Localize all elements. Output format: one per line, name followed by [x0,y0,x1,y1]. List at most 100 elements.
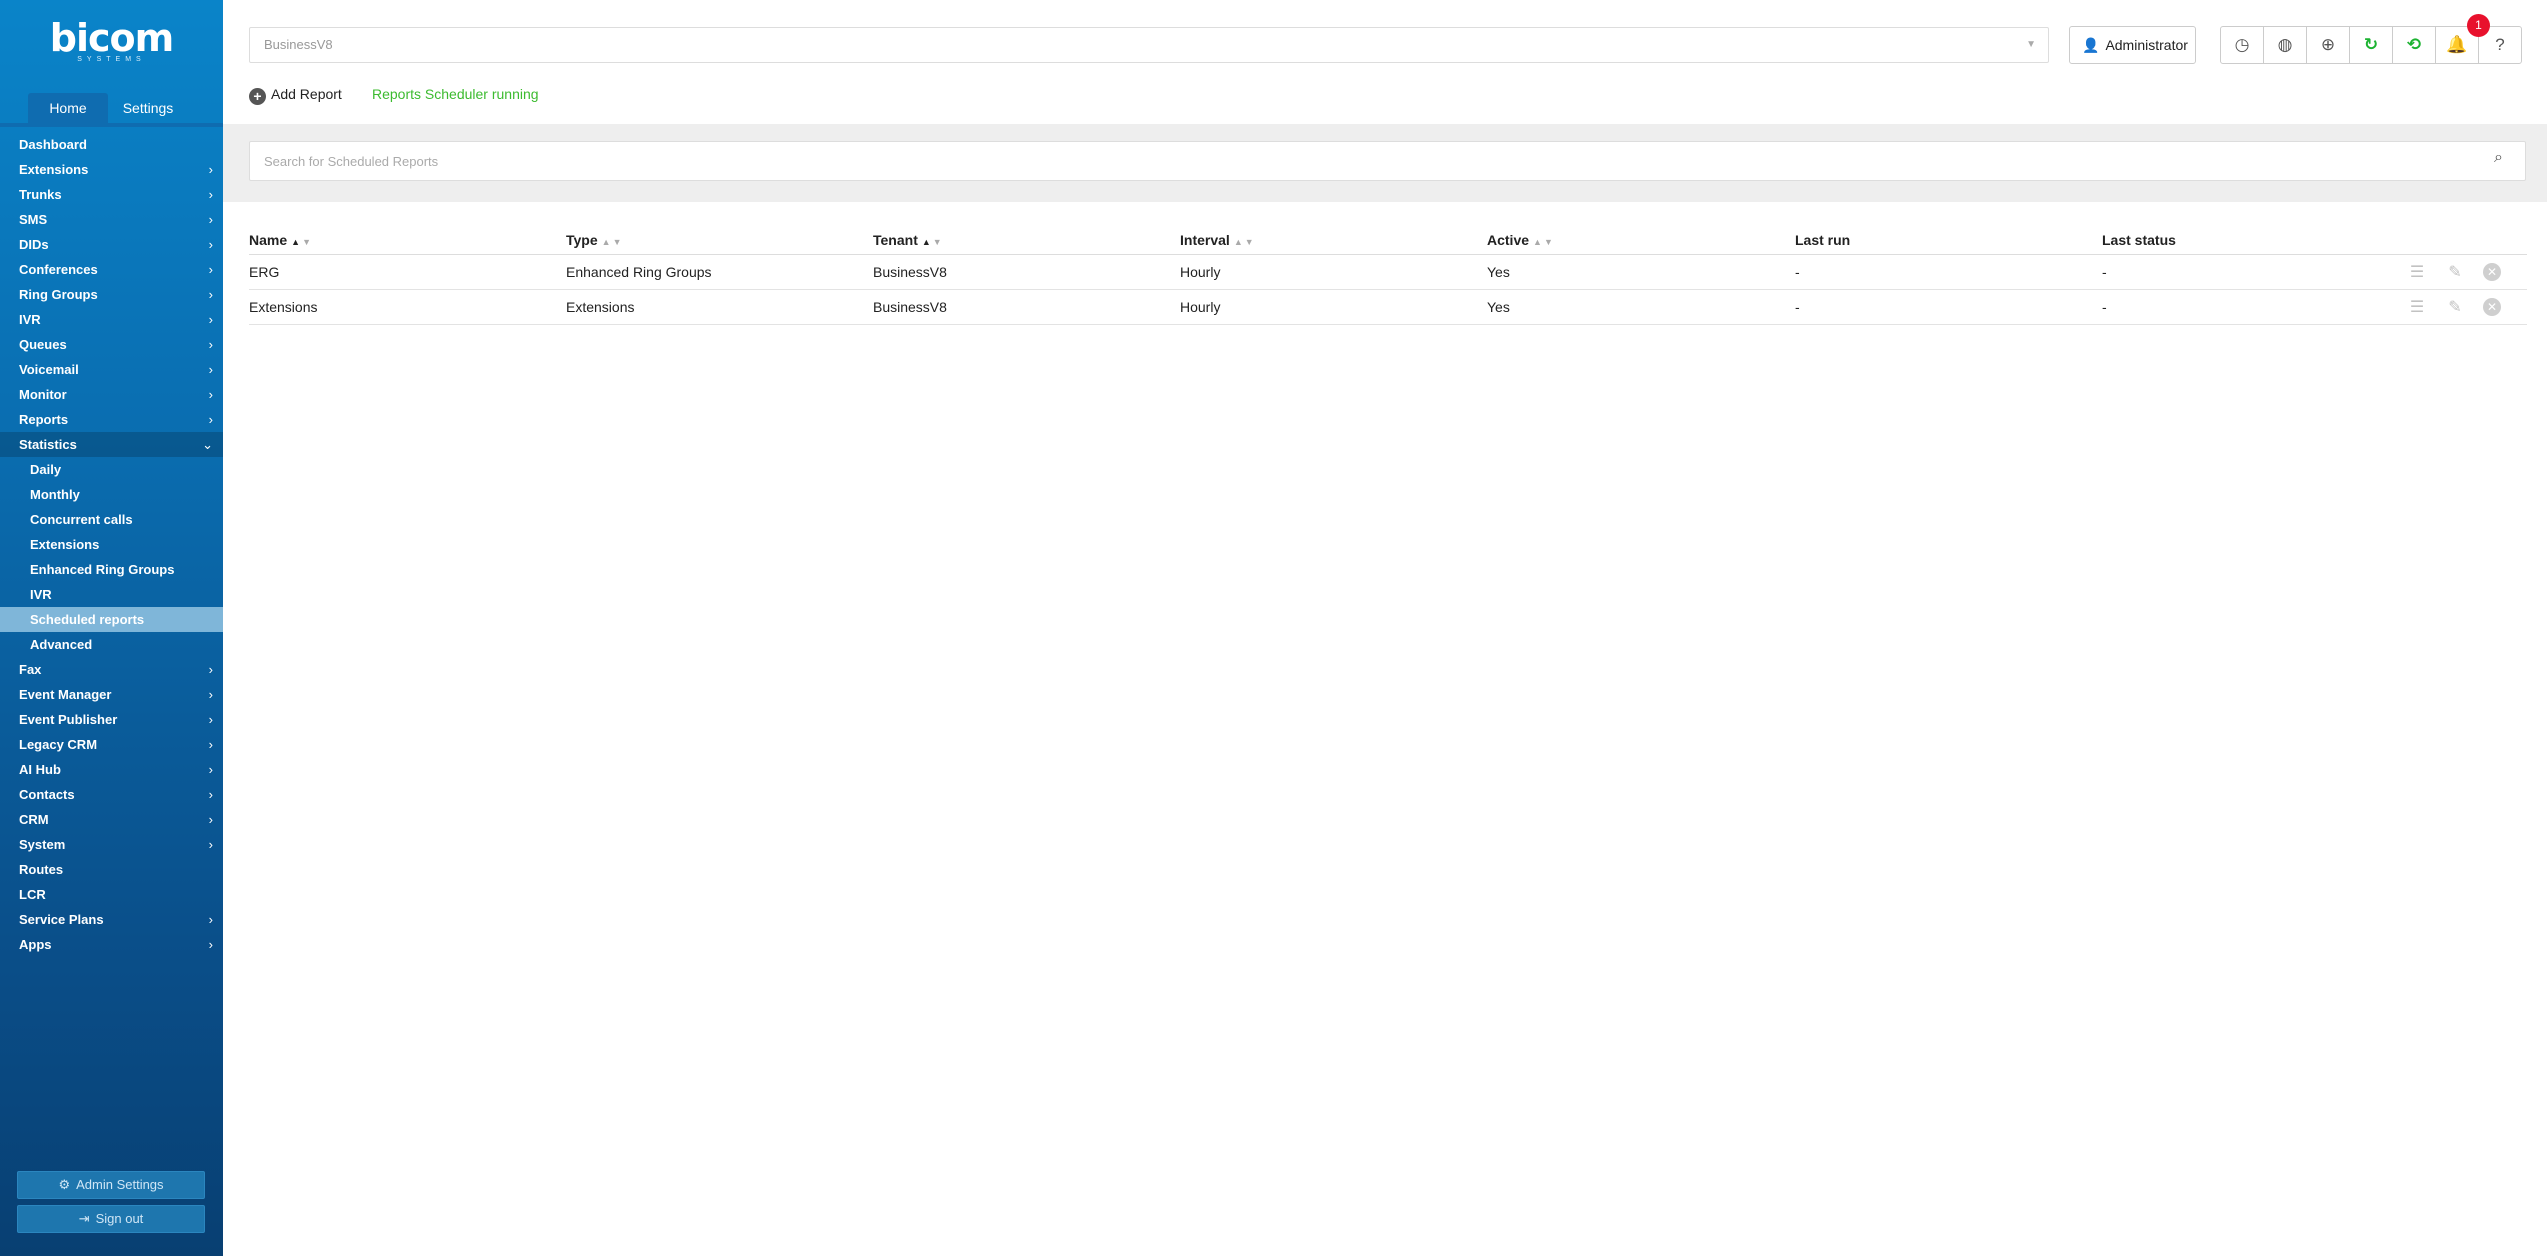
user-icon: 👤 [2082,37,2100,53]
edit-icon[interactable]: ✎ [2444,297,2466,317]
sidebar-item-ivr[interactable]: IVR › [0,307,223,332]
sidebar-item-sms[interactable]: SMS › [0,207,223,232]
chevron-right-icon: › [208,237,213,252]
sort-icon[interactable]: ▲▼ [602,237,624,247]
sidebar-subitem-daily[interactable]: Daily [0,457,223,482]
sidebar-item-label: Event Manager [19,687,112,702]
sidebar-item-crm[interactable]: CRM › [0,807,223,832]
sidebar-item-event-manager[interactable]: Event Manager › [0,682,223,707]
gears-icon: ⚙ [58,1177,71,1192]
search-input[interactable] [249,141,2526,181]
sidebar-menu: Dashboard Extensions › Trunks › SMS › DIDs › Conf… [0,132,223,957]
table-row[interactable]: Extensions Extensions BusinessV8 Hourly Yes -… [249,290,2527,325]
sidebar-item-lcr[interactable]: LCR [0,882,223,907]
sidebar-subitem-advanced[interactable]: Advanced [0,632,223,657]
sidebar-subitem-extensions[interactable]: Extensions [0,532,223,557]
sidebar-subitem-ivr[interactable]: IVR [0,582,223,607]
edit-icon[interactable]: ✎ [2444,262,2466,282]
delete-icon[interactable]: ✕ [2483,298,2501,316]
notification-badge[interactable]: 1 [2467,14,2490,37]
column-header-last-run: Last run [1795,232,1850,248]
table-cell: ERG [249,264,280,280]
sidebar-item-legacy-crm[interactable]: Legacy CRM › [0,732,223,757]
sidebar-item-label: Event Publisher [19,712,118,727]
refresh-icon[interactable]: ↻ [2349,26,2393,64]
view-list-icon[interactable]: ☰ [2406,262,2428,282]
add-report-button[interactable]: + Add Report [249,84,342,105]
sidebar-item-trunks[interactable]: Trunks › [0,182,223,207]
sidebar-item-label: CRM [19,812,49,827]
sidebar-item-apps[interactable]: Apps › [0,932,223,957]
table-cell: Extensions [566,299,635,315]
search-band: ⌕ [223,124,2547,202]
sidebar-item-label: SMS [19,212,48,227]
sidebar-subitem-concurrent-calls[interactable]: Concurrent calls [0,507,223,532]
sidebar-item-label: DIDs [19,237,49,252]
table-cell: Yes [1487,299,1510,315]
sign-out-button[interactable]: ⇥ Sign out [17,1205,205,1233]
sort-icon[interactable]: ▲▼ [1533,237,1555,247]
column-header-active[interactable]: Active ▲▼ [1487,232,1555,248]
chevron-right-icon: › [208,262,213,277]
sidebar-item-label: IVR [19,312,41,327]
sidebar-item-ai-hub[interactable]: AI Hub › [0,757,223,782]
sort-icon[interactable]: ▲▼ [1234,237,1256,247]
sidebar-subitem-scheduled-reports[interactable]: Scheduled reports [0,607,223,632]
logo-subtitle: SYSTEMS [77,56,146,63]
column-header-label: Last run [1795,232,1851,248]
table-cell: - [1795,299,1800,315]
delete-icon[interactable]: ✕ [2483,263,2501,281]
user-menu-button[interactable]: 👤 Administrator [2069,26,2196,64]
admin-settings-button[interactable]: ⚙ Admin Settings [17,1171,205,1199]
sidebar-item-routes[interactable]: Routes [0,857,223,882]
sidebar-item-ring-groups[interactable]: Ring Groups › [0,282,223,307]
tab-settings[interactable]: Settings [108,93,188,123]
sidebar-item-conferences[interactable]: Conferences › [0,257,223,282]
sidebar-item-label: Trunks [19,187,62,202]
sync-icon[interactable]: ⟲ [2392,26,2436,64]
sidebar-item-reports[interactable]: Reports › [0,407,223,432]
sidebar-item-service-plans[interactable]: Service Plans › [0,907,223,932]
column-header-name[interactable]: Name ▲▼ [249,232,313,248]
sidebar-item-statistics[interactable]: Statistics ⌄ [0,432,223,457]
search-icon[interactable]: ⌕ [2494,149,2503,167]
column-header-tenant[interactable]: Tenant ▲▼ [873,232,944,248]
sidebar-item-queues[interactable]: Queues › [0,332,223,357]
sidebar-item-label: Voicemail [19,362,79,377]
table-cell: - [2102,264,2107,280]
chevron-down-icon: ▼ [2026,39,2036,50]
sort-icon[interactable]: ▲▼ [922,237,944,247]
sidebar-item-extensions[interactable]: Extensions › [0,157,223,182]
sidebar-item-system[interactable]: System › [0,832,223,857]
sidebar-item-event-publisher[interactable]: Event Publisher › [0,707,223,732]
tenant-select[interactable]: BusinessV8 ▼ [249,27,2049,63]
chevron-down-icon: ⌄ [202,437,213,452]
clock-icon[interactable]: ◷ [2220,26,2264,64]
sidebar-item-dashboard[interactable]: Dashboard [0,132,223,157]
sidebar-item-contacts[interactable]: Contacts › [0,782,223,807]
sidebar-item-fax[interactable]: Fax › [0,657,223,682]
sidebar-subitem-enhanced-ring-groups[interactable]: Enhanced Ring Groups [0,557,223,582]
table-cell: Hourly [1180,264,1221,280]
globe-icon[interactable]: ◍ [2263,26,2307,64]
plus-circle-icon: + [249,88,266,105]
sidebar-item-monitor[interactable]: Monitor › [0,382,223,407]
table-row[interactable]: ERG Enhanced Ring Groups BusinessV8 Hourly Y… [249,255,2527,290]
sort-icon[interactable]: ▲▼ [291,237,313,247]
admin-settings-label: Admin Settings [76,1177,164,1192]
view-list-icon[interactable]: ☰ [2406,297,2428,317]
table-cell: Extensions [249,299,318,315]
chevron-right-icon: › [208,937,213,952]
logo[interactable]: bicom SYSTEMS [0,18,223,63]
sidebar-item-dids[interactable]: DIDs › [0,232,223,257]
tab-home[interactable]: Home [28,93,108,123]
sidebar-item-label: Contacts [19,787,75,802]
column-header-label: Tenant [873,232,918,248]
sidebar-subitem-monthly[interactable]: Monthly [0,482,223,507]
column-header-last-status: Last status [2102,232,2176,248]
sidebar-item-voicemail[interactable]: Voicemail › [0,357,223,382]
column-header-type[interactable]: Type ▲▼ [566,232,623,248]
column-header-interval[interactable]: Interval ▲▼ [1180,232,1256,248]
language-icon[interactable]: ⊕ [2306,26,2350,64]
chevron-right-icon: › [208,712,213,727]
